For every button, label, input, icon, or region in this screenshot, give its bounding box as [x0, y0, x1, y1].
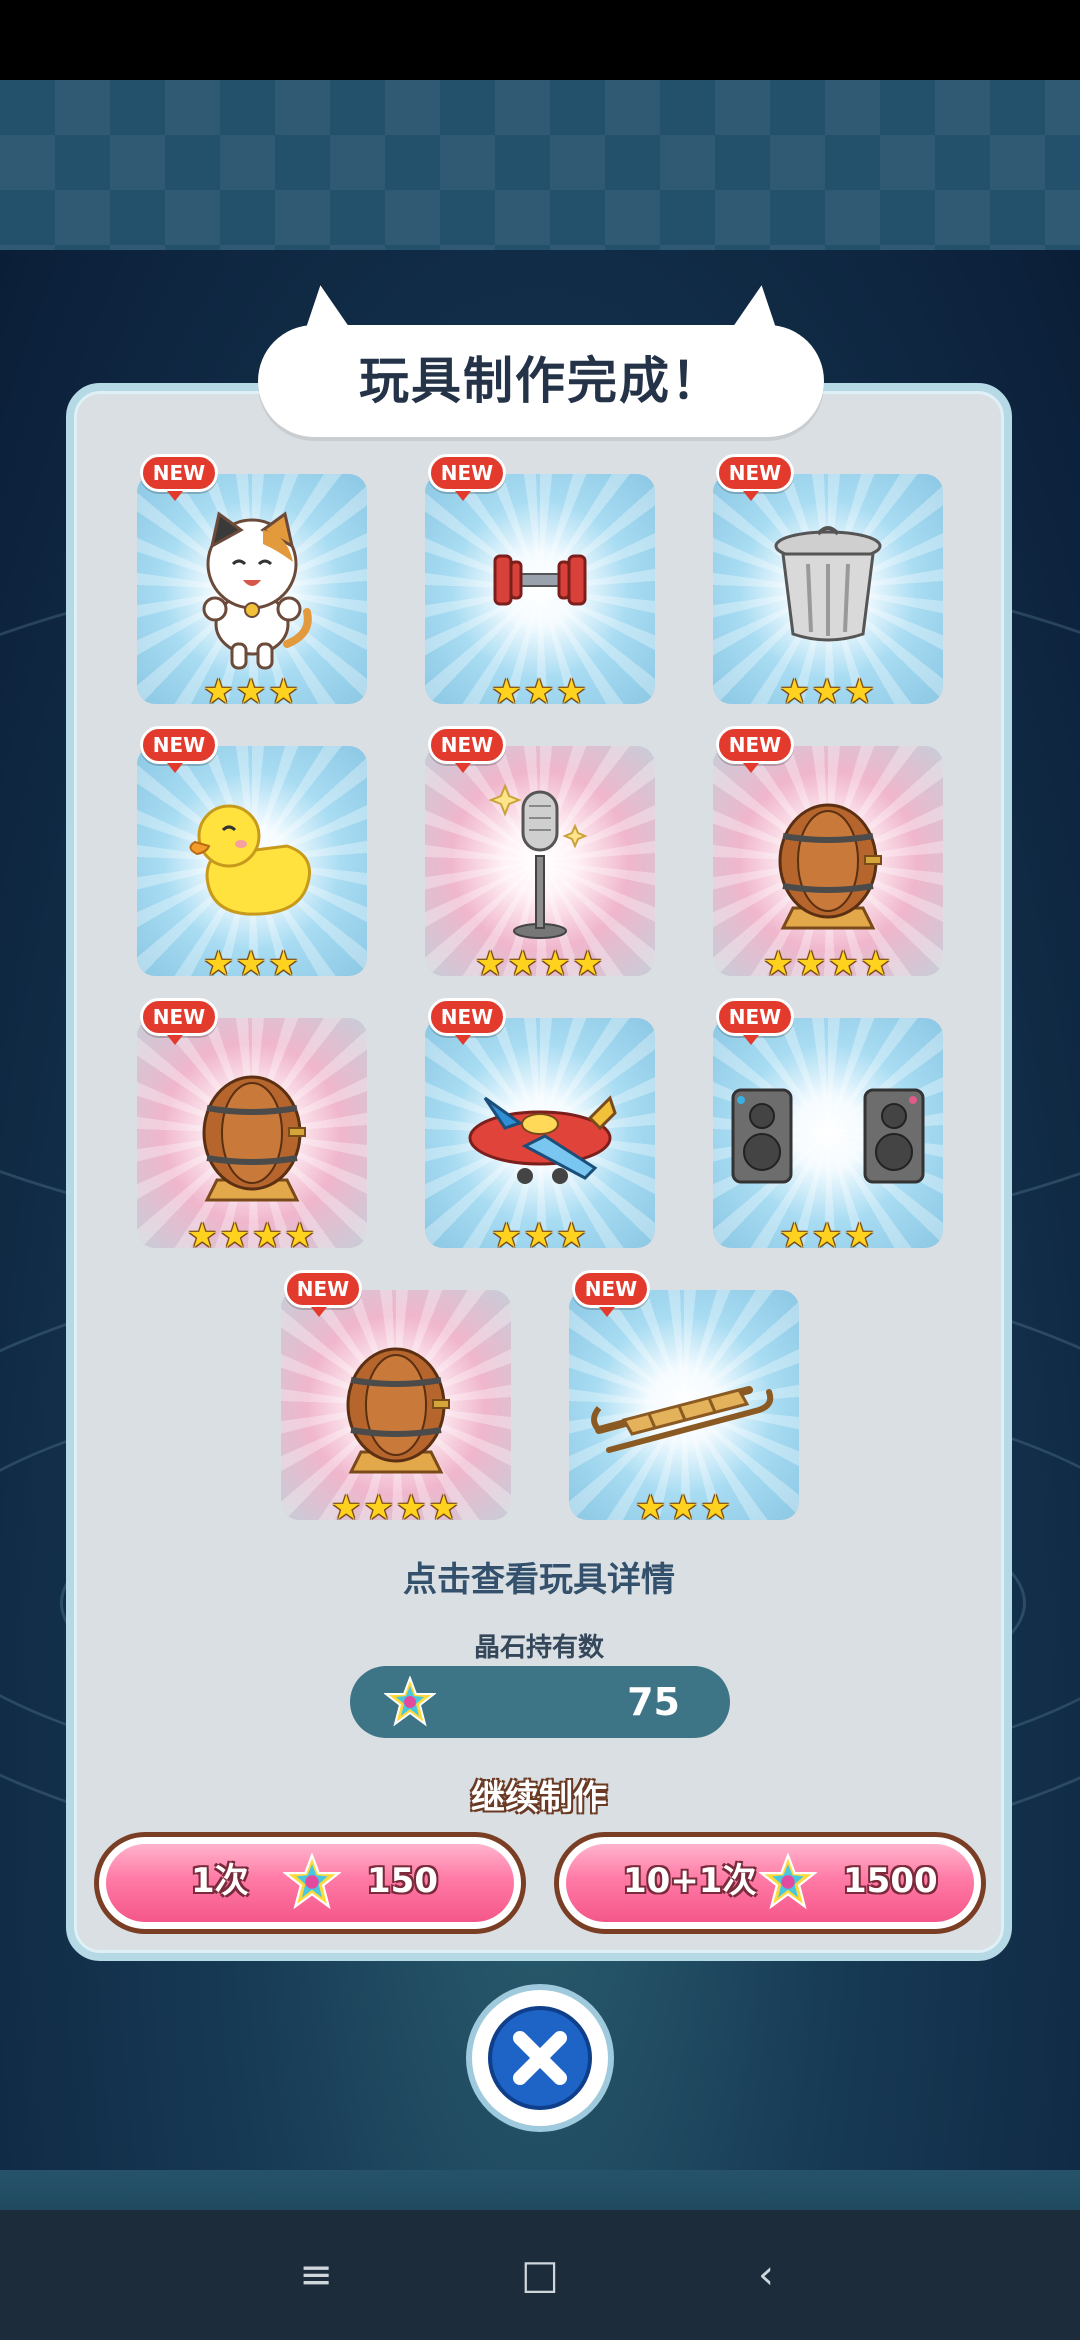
rarity-stars: ★★★★: [187, 1216, 317, 1256]
rainbow-gem-icon: [283, 1853, 341, 1910]
rarity-stars: ★★★: [779, 672, 877, 712]
rarity-stars: ★★★: [203, 672, 301, 712]
toy-card-speakers[interactable]: NEW ★★★: [713, 998, 943, 1256]
new-badge: NEW: [140, 998, 218, 1045]
barrel-icon: [202, 1075, 306, 1202]
new-badge: NEW: [140, 726, 218, 773]
gem-count-value: 75: [627, 1680, 680, 1724]
microphone-icon: [488, 783, 588, 939]
new-badge: NEW: [140, 454, 218, 501]
bottom-banner: [0, 2170, 1080, 2210]
trash-can-icon: [774, 526, 882, 642]
rainbow-gem-icon: [759, 1853, 817, 1910]
close-button[interactable]: [472, 1990, 608, 2126]
home-icon[interactable]: □: [510, 2245, 570, 2305]
rubber-duck-icon: [189, 804, 311, 916]
rarity-stars: ★★★★: [331, 1488, 461, 1528]
new-badge: NEW: [428, 726, 506, 773]
rarity-stars: ★★★: [203, 944, 301, 984]
view-details-hint: 点击查看玩具详情: [403, 1560, 675, 1600]
gem-count-display: 75: [350, 1666, 730, 1738]
toy-card-barrel[interactable]: NEW ★★★★: [281, 1270, 511, 1528]
toy-card-microphone[interactable]: NEW ★★★★: [425, 726, 655, 984]
new-badge: NEW: [572, 1270, 650, 1317]
rarity-stars: ★★★: [491, 672, 589, 712]
dumbbell-icon: [493, 554, 587, 606]
barrel-icon: [346, 1347, 450, 1474]
toy-card-sled[interactable]: NEW ★★★: [569, 1270, 799, 1528]
rarity-stars: ★★★★: [475, 944, 605, 984]
craft-ten-plus-one-label: 10+1次: [623, 1861, 757, 1901]
craft-once-label: 1次: [191, 1861, 249, 1901]
new-badge: NEW: [716, 454, 794, 501]
page-title: 玩具制作完成！: [359, 352, 723, 410]
toy-card-barrel[interactable]: NEW ★★★★: [713, 726, 943, 984]
barrel-icon: [778, 803, 882, 930]
new-badge: NEW: [284, 1270, 362, 1317]
toy-card-toy-airplane[interactable]: NEW ★★★: [425, 998, 655, 1256]
close-icon: [513, 2031, 567, 2085]
toy-card-rubber-duck[interactable]: NEW ★★★: [137, 726, 367, 984]
rarity-stars: ★★★★: [763, 944, 893, 984]
rarity-stars: ★★★: [779, 1216, 877, 1256]
calico-cat-icon: [202, 511, 312, 670]
rainbow-gem-icon: [384, 1676, 436, 1727]
craft-ten-plus-one-cost: 1500: [843, 1861, 938, 1901]
menu-icon[interactable]: ≡: [286, 2245, 346, 2305]
top-banner: [0, 80, 1080, 250]
continue-crafting-label: 继续制作: [471, 1778, 607, 1818]
toy-airplane-icon: [468, 1095, 617, 1184]
new-badge: NEW: [716, 998, 794, 1045]
rarity-stars: ★★★: [491, 1216, 589, 1256]
system-nav-bar: ≡ □ ‹: [0, 2210, 1080, 2340]
sled-icon: [591, 1386, 774, 1453]
craft-once-cost: 150: [367, 1861, 438, 1901]
toy-card-barrel[interactable]: NEW ★★★★: [137, 998, 367, 1256]
rarity-stars: ★★★: [635, 1488, 733, 1528]
speakers-icon: [731, 1088, 925, 1184]
status-bar: [0, 0, 1080, 80]
new-badge: NEW: [428, 454, 506, 501]
craft-once-button[interactable]: 1次 150: [94, 1832, 526, 1934]
toy-card-dumbbell[interactable]: NEW ★★★: [425, 454, 655, 712]
toy-card-trash-can[interactable]: NEW ★★★: [713, 454, 943, 712]
back-icon[interactable]: ‹: [736, 2245, 796, 2305]
title-bubble: 玩具制作完成！: [258, 281, 824, 437]
new-badge: NEW: [716, 726, 794, 773]
new-badge: NEW: [428, 998, 506, 1045]
gem-count-label: 晶石持有数: [473, 1633, 604, 1663]
toy-card-calico-cat[interactable]: NEW ★★★: [137, 454, 367, 712]
craft-ten-plus-one-button[interactable]: 10+1次 1500: [554, 1832, 986, 1934]
